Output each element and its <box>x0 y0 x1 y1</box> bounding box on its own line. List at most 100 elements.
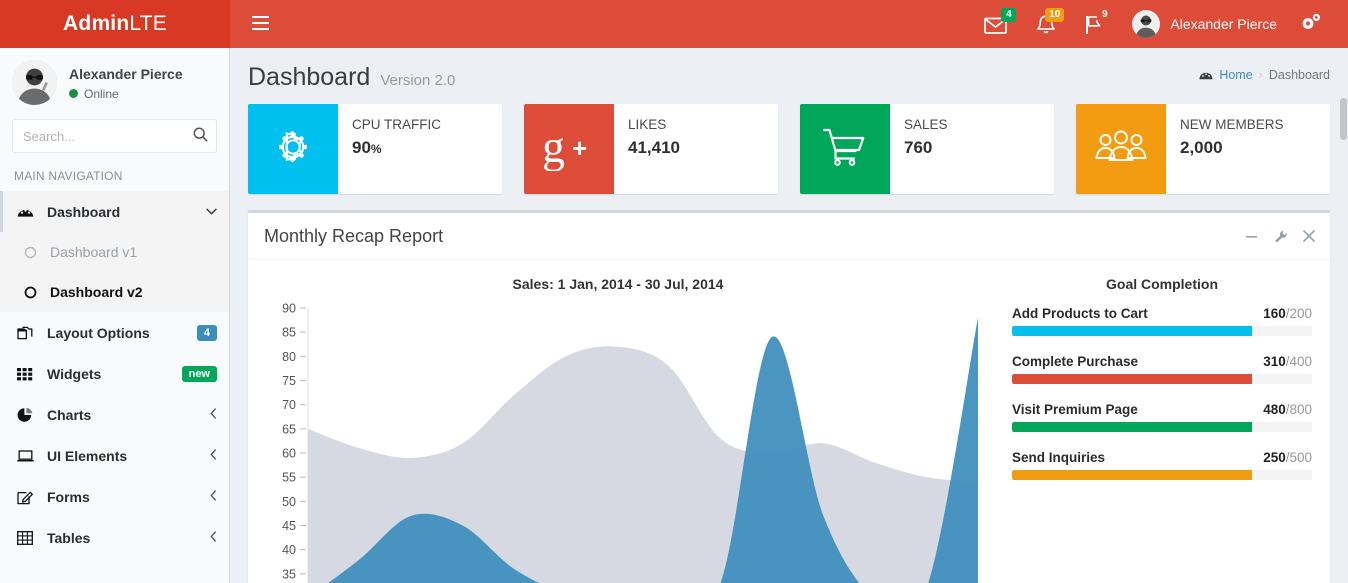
goal-row: Add Products to Cart 160/200 <box>1012 306 1312 321</box>
sidebar-item-layout-options[interactable]: Layout Options 4 <box>0 312 229 353</box>
chevron-left-icon <box>204 448 217 463</box>
svg-text:40: 40 <box>282 543 296 557</box>
search-button[interactable] <box>184 120 216 152</box>
progress-bar <box>1012 470 1252 480</box>
info-box-number-value: 90 <box>352 138 371 157</box>
info-box-cpu-traffic[interactable]: CPU TRAFFIC 90% <box>248 104 502 194</box>
breadcrumb-separator: › <box>1258 68 1263 82</box>
info-box-content: NEW MEMBERS 2,000 <box>1166 104 1330 194</box>
sidebar-item-widgets[interactable]: Widgets new <box>0 353 229 394</box>
collapse-button[interactable] <box>1242 228 1261 245</box>
sidebar-item-ui-elements[interactable]: UI Elements <box>0 435 229 476</box>
notifications-menu-button[interactable]: 10 <box>1022 0 1070 48</box>
sidebar-item-badge: 4 <box>196 324 217 341</box>
goal-label: Add Products to Cart <box>1012 306 1148 321</box>
brand-light: LTE <box>129 12 167 35</box>
goal-item: Visit Premium Page 480/800 <box>1012 402 1312 432</box>
breadcrumb-home-link[interactable]: Home <box>1219 68 1252 82</box>
sidebar-user-info: Alexander Pierce Online <box>69 65 183 101</box>
dashboard-icon <box>17 204 39 219</box>
laptop-icon <box>17 449 39 463</box>
goal-value: 310/400 <box>1263 354 1312 369</box>
chart-column: Sales: 1 Jan, 2014 - 30 Jul, 2014 90 85 80… <box>260 272 990 583</box>
top-navbar: Admin LTE 4 10 9 Alexander Pierce <box>0 0 1348 48</box>
goal-current: 160 <box>1263 306 1286 321</box>
tasks-badge: 9 <box>1097 8 1113 22</box>
content-wrapper: Dashboard Version 2.0 Home › Dashboard C… <box>230 48 1348 583</box>
sales-area-chart[interactable]: 90 85 80 75 70 65 60 55 50 45 40 35 <box>266 298 984 583</box>
svg-text:60: 60 <box>282 447 296 461</box>
main-sidebar: Alexander Pierce Online MAIN NAVIGATION <box>0 48 230 583</box>
online-status-dot <box>69 89 78 98</box>
goal-row: Send Inquiries 250/500 <box>1012 450 1312 465</box>
box-tools <box>1242 228 1318 245</box>
close-button[interactable] <box>1300 228 1318 244</box>
progress-track <box>1012 374 1312 384</box>
table-icon <box>17 530 39 545</box>
messages-menu-button[interactable]: 4 <box>970 0 1022 48</box>
sidebar-item-charts[interactable]: Charts <box>0 394 229 435</box>
sidebar-item-label: Forms <box>47 488 90 505</box>
info-box-row: CPU TRAFFIC 90% g + LIKES 41,410 SALES 7… <box>248 104 1330 194</box>
brand-logo[interactable]: Admin LTE <box>0 0 230 48</box>
page-title: Dashboard <box>248 63 371 91</box>
sidebar-subitem-label: Dashboard v1 <box>50 244 138 260</box>
info-box-likes[interactable]: g + LIKES 41,410 <box>524 104 778 194</box>
svg-text:65: 65 <box>282 422 296 436</box>
goal-completion-title: Goal Completion <box>1106 276 1218 292</box>
circle-o-icon <box>24 286 42 299</box>
users-icon <box>1095 130 1147 169</box>
svg-text:35: 35 <box>282 567 296 581</box>
notifications-badge: 10 <box>1045 8 1065 22</box>
th-icon <box>17 367 39 381</box>
info-box-number-value: 2,000 <box>1180 138 1223 157</box>
sidebar-item-tables[interactable]: Tables <box>0 517 229 558</box>
tasks-menu-button[interactable]: 9 <box>1070 0 1118 48</box>
content-area: CPU TRAFFIC 90% g + LIKES 41,410 SALES 7… <box>230 98 1348 583</box>
sidebar-item-dashboard-v2[interactable]: Dashboard v2 <box>0 272 229 312</box>
info-box-number-suffix: % <box>370 142 382 156</box>
sidebar-user-status-label: Online <box>84 86 119 101</box>
goal-value: 250/500 <box>1263 450 1312 465</box>
sidebar-section-header: MAIN NAVIGATION <box>14 169 123 183</box>
control-sidebar-toggle-button[interactable] <box>1291 0 1340 48</box>
chevron-left-icon <box>204 407 217 422</box>
info-box-number-value: 760 <box>904 138 933 157</box>
sidebar-item-dashboard-v1[interactable]: Dashboard v1 <box>0 232 229 272</box>
user-menu-name: Alexander Pierce <box>1170 16 1277 32</box>
files-icon <box>17 325 39 341</box>
progress-track <box>1012 470 1312 480</box>
info-box-number: 2,000 <box>1180 138 1320 158</box>
info-box-sales[interactable]: SALES 760 <box>800 104 1054 194</box>
breadcrumb-current: Dashboard <box>1268 68 1330 82</box>
goal-row: Visit Premium Page 480/800 <box>1012 402 1312 417</box>
info-box-new-members[interactable]: NEW MEMBERS 2,000 <box>1076 104 1330 194</box>
user-menu-button[interactable]: Alexander Pierce <box>1118 0 1291 48</box>
sidebar-toggle-button[interactable] <box>246 12 275 37</box>
sidebar-item-label: Dashboard <box>47 203 121 220</box>
gear-icon <box>271 125 315 174</box>
box-header: Monthly Recap Report <box>248 213 1330 260</box>
sidebar-item-badge: new <box>181 365 217 382</box>
progress-bar <box>1012 326 1252 336</box>
sidebar-item-dashboard[interactable]: Dashboard <box>0 191 229 232</box>
brand-bold: Admin <box>63 12 130 35</box>
sidebar-item-label: Charts <box>47 406 92 423</box>
sidebar-search-form <box>12 119 217 153</box>
svg-text:70: 70 <box>282 398 296 412</box>
monthly-recap-box: Monthly Recap Report Sales: 1 Jan, 2014 … <box>248 210 1330 583</box>
box-title: Monthly Recap Report <box>264 226 444 246</box>
page-scrollbar[interactable] <box>1340 98 1347 140</box>
svg-text:55: 55 <box>282 471 296 485</box>
search-icon <box>193 127 208 145</box>
info-box-text: LIKES <box>628 117 667 132</box>
svg-text:45: 45 <box>282 519 296 533</box>
wrench-button[interactable] <box>1271 228 1290 245</box>
goal-value: 480/800 <box>1263 402 1312 417</box>
sidebar-item-forms[interactable]: Forms <box>0 476 229 517</box>
svg-text:85: 85 <box>282 326 296 340</box>
svg-text:75: 75 <box>282 374 296 388</box>
navbar-left <box>230 0 291 48</box>
pie-chart-icon <box>17 407 39 423</box>
google-plus-icon: g + <box>540 121 598 176</box>
